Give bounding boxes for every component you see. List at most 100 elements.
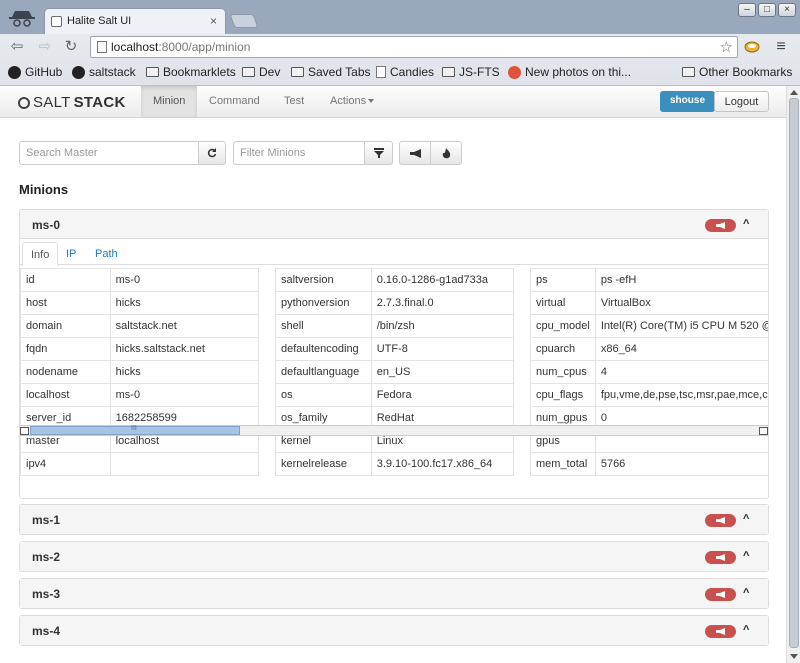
- panel-header[interactable]: ms-0 ^: [20, 210, 768, 239]
- table-row: shell/bin/zsh: [275, 314, 515, 338]
- grain-key: shell: [275, 314, 372, 338]
- tab-info[interactable]: Info: [22, 242, 59, 266]
- back-icon[interactable]: ⇦: [8, 38, 26, 56]
- url-path: :8000/app/minion: [158, 40, 251, 54]
- refresh-button[interactable]: [198, 141, 226, 165]
- bookmark-bookmarklets[interactable]: Bookmarklets: [146, 65, 236, 79]
- bookmark-dev[interactable]: Dev: [242, 65, 280, 79]
- incognito-icon: [9, 11, 35, 27]
- forward-icon[interactable]: ⇨: [36, 38, 54, 56]
- grain-value: hicks: [109, 291, 260, 315]
- tab-path[interactable]: Path: [87, 242, 126, 266]
- ping-button[interactable]: [705, 514, 736, 527]
- reload-icon[interactable]: ↻: [62, 38, 80, 56]
- chevron-up-icon[interactable]: ^: [743, 550, 749, 562]
- panel-header[interactable]: ms-1 ^: [20, 505, 768, 534]
- scroll-down-icon[interactable]: [790, 654, 798, 659]
- nav-actions[interactable]: Actions: [318, 86, 386, 117]
- grains-table-2: saltversion 0.16.0-1286-g1ad733a pythonver…: [275, 268, 515, 476]
- grain-value: en_US: [370, 360, 515, 384]
- ping-button[interactable]: [705, 551, 736, 564]
- scroll-right-icon[interactable]: [759, 427, 768, 435]
- grain-key: os: [275, 383, 372, 407]
- bookmark-candies[interactable]: Candies: [376, 65, 434, 79]
- nav-test[interactable]: Test: [272, 86, 316, 117]
- menu-icon[interactable]: ≡: [772, 38, 790, 56]
- search-master-input[interactable]: Search Master: [19, 141, 199, 165]
- grain-value: 0.16.0-1286-g1ad733a: [370, 268, 515, 292]
- nav-minion[interactable]: Minion: [141, 86, 198, 117]
- bullhorn-icon: [716, 591, 725, 598]
- grain-key: nodename: [20, 360, 111, 384]
- brand-logo[interactable]: SALT STACK: [18, 94, 126, 111]
- chevron-up-icon[interactable]: ^: [743, 587, 749, 599]
- table-row: defaultlanguage en_US: [275, 360, 515, 384]
- grain-value: 2.7.3.final.0: [370, 291, 515, 315]
- bookmark-saved-tabs[interactable]: Saved Tabs: [291, 65, 371, 79]
- grain-value: fpu,vme,de,pse,tsc,msr,pae,mce,c: [594, 383, 768, 407]
- chevron-up-icon[interactable]: ^: [743, 513, 749, 525]
- grain-key: cpu_model: [530, 314, 596, 338]
- table-row: cpu_flags fpu,vme,de,pse,tsc,msr,pae,mce,…: [530, 383, 768, 407]
- github-icon: [72, 65, 85, 79]
- url-host: localhost: [111, 40, 159, 54]
- table-row: saltversion 0.16.0-1286-g1ad733a: [275, 268, 515, 292]
- chevron-up-icon[interactable]: ^: [743, 624, 749, 636]
- table-row: kernelrelease 3.9.10-100.fc17.x86_64: [275, 452, 515, 476]
- logout-button[interactable]: Logout: [714, 91, 769, 112]
- filter-minions-input[interactable]: Filter Minions: [233, 141, 365, 165]
- grain-value: hicks.saltstack.net: [109, 337, 260, 361]
- page-scrollbar[interactable]: [786, 86, 800, 663]
- minion-panel: ms-1 ^: [19, 504, 769, 535]
- table-row: pythonversion 2.7.3.final.0: [275, 291, 515, 315]
- other-bookmarks[interactable]: Other Bookmarks: [682, 65, 792, 79]
- ping-all-button[interactable]: [399, 141, 431, 165]
- browser-tab[interactable]: Halite Salt UI ×: [44, 8, 226, 34]
- panel-header[interactable]: ms-4 ^: [20, 616, 768, 645]
- grain-value: hicks: [109, 360, 260, 384]
- grain-key: defaultlanguage: [275, 360, 372, 384]
- minimize-button[interactable]: –: [738, 3, 756, 17]
- fire-all-button[interactable]: [430, 141, 462, 165]
- ping-button[interactable]: [705, 588, 736, 601]
- user-button[interactable]: shouse: [660, 91, 716, 112]
- section-title: Minions: [19, 182, 69, 197]
- address-bar[interactable]: localhost:8000/app/minion ☆: [90, 36, 738, 58]
- page-icon: [376, 66, 386, 78]
- page-icon: [97, 41, 107, 53]
- table-row: nodename hicks: [20, 360, 260, 384]
- ping-button[interactable]: [705, 625, 736, 638]
- grain-key: domain: [20, 314, 111, 338]
- bookmark-saltstack[interactable]: saltstack: [72, 65, 136, 79]
- maximize-button[interactable]: □: [758, 3, 776, 17]
- extension-icon[interactable]: [744, 38, 760, 54]
- chevron-up-icon[interactable]: ^: [743, 218, 749, 230]
- panel-header[interactable]: ms-3 ^: [20, 579, 768, 608]
- horizontal-scrollbar[interactable]: III: [20, 425, 768, 436]
- folder-icon: [291, 67, 304, 77]
- bookmark-js-fts[interactable]: JS-FTS: [442, 65, 500, 79]
- tab-ip[interactable]: IP: [58, 242, 84, 266]
- grain-key: id: [20, 268, 111, 292]
- scroll-up-icon[interactable]: [790, 90, 798, 95]
- grain-key: num_cpus: [530, 360, 596, 384]
- grain-value: saltstack.net: [109, 314, 260, 338]
- grain-key: cpu_flags: [530, 383, 596, 407]
- nav-command[interactable]: Command: [197, 86, 272, 117]
- panel-header[interactable]: ms-2 ^: [20, 542, 768, 571]
- bookmark-new-photos[interactable]: New photos on thi...: [508, 65, 631, 79]
- tab-close-icon[interactable]: ×: [210, 14, 217, 28]
- bookmark-github[interactable]: GitHub: [8, 65, 62, 79]
- close-window-button[interactable]: ×: [778, 3, 796, 17]
- bookmark-star-icon[interactable]: ☆: [720, 38, 733, 56]
- minion-name: ms-1: [32, 513, 61, 527]
- hscroll-thumb[interactable]: III: [30, 425, 240, 435]
- minion-name: ms-3: [32, 587, 61, 601]
- filter-button[interactable]: [364, 141, 393, 165]
- new-tab-button[interactable]: [229, 14, 259, 28]
- ping-button[interactable]: [705, 219, 736, 232]
- scroll-thumb[interactable]: [789, 98, 799, 648]
- scroll-left-icon[interactable]: [20, 427, 29, 435]
- grains-grid: id ms-0 host hicks domain saltstack.net fqdn hi…: [20, 265, 768, 477]
- grain-key: cpuarch: [530, 337, 596, 361]
